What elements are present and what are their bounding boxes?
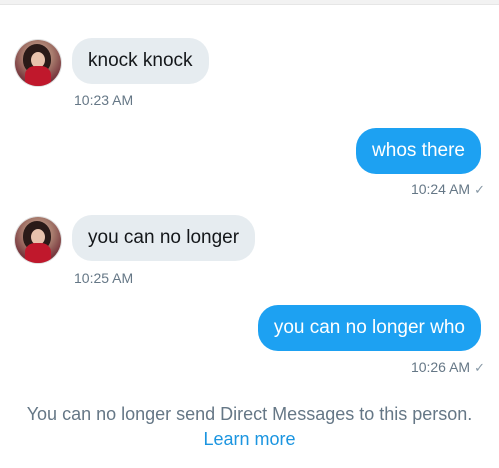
message-timestamp: 10:26 AM <box>410 359 471 375</box>
message-timestamp: 10:24 AM <box>410 181 471 197</box>
message-timestamp: 10:23 AM <box>74 92 134 108</box>
notice-text: You can no longer send Direct Messages t… <box>26 404 473 424</box>
top-divider <box>0 0 499 5</box>
outgoing-message-bubble[interactable]: whos there <box>356 128 481 174</box>
checkmark-icon: ✓ <box>474 360 485 375</box>
avatar-dress <box>25 66 51 86</box>
learn-more-link[interactable]: Learn more <box>203 429 295 449</box>
incoming-message-bubble[interactable]: knock knock <box>72 38 209 84</box>
sender-avatar[interactable] <box>15 217 61 263</box>
avatar-dress <box>25 243 51 263</box>
incoming-message-bubble[interactable]: you can no longer <box>72 215 256 261</box>
message-timestamp-row: 10:24 AM ✓ <box>411 181 485 198</box>
checkmark-icon: ✓ <box>474 182 485 197</box>
outgoing-message-bubble[interactable]: you can no longer who <box>257 305 481 351</box>
dm-conversation: knock knock 10:23 AM whos there 10:24 AM… <box>0 0 499 468</box>
message-timestamp-row: 10:26 AM ✓ <box>411 359 485 376</box>
message-timestamp: 10:25 AM <box>74 270 134 286</box>
sender-avatar[interactable] <box>15 40 61 86</box>
dm-disabled-notice: You can no longer send Direct Messages t… <box>20 402 479 452</box>
